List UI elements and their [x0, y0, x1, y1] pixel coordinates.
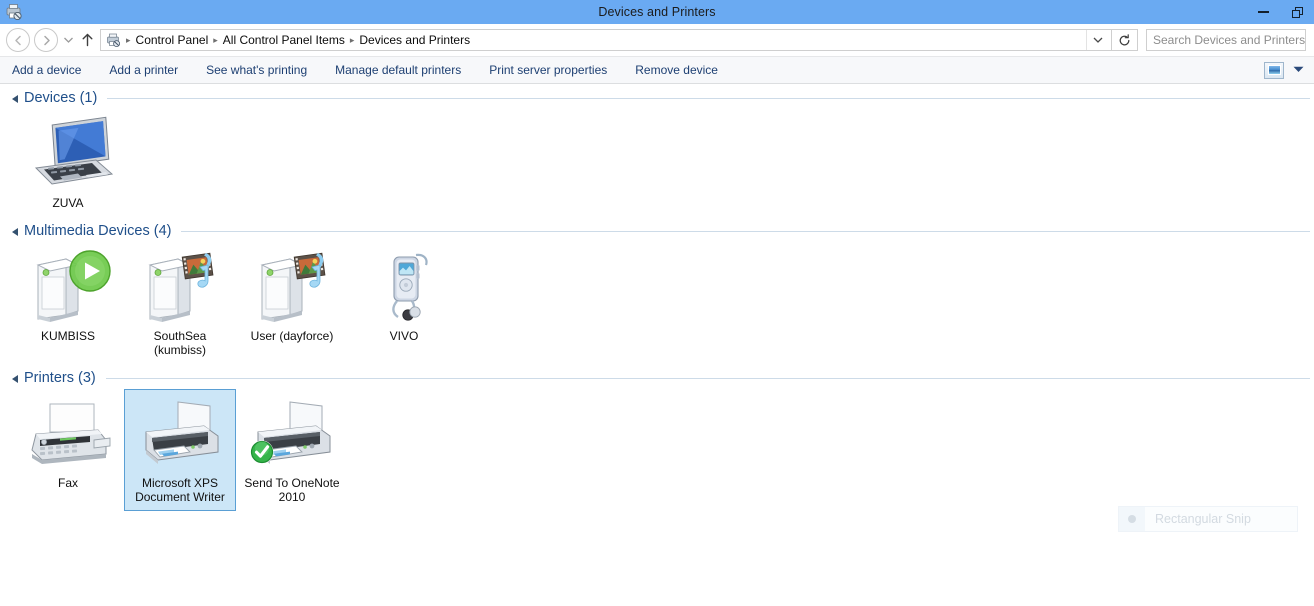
breadcrumb-separator-2: ▸: [349, 34, 355, 45]
refresh-button[interactable]: [1112, 29, 1138, 51]
refresh-icon: [1119, 33, 1130, 45]
add-a-device-button[interactable]: Add a device: [12, 63, 95, 77]
printer-label: Microsoft XPS Document Writer: [135, 476, 225, 504]
print-server-properties-button[interactable]: Print server properties: [489, 63, 621, 77]
back-button[interactable]: [6, 28, 30, 52]
snip-dot: [1128, 515, 1136, 523]
printer-icon: [132, 396, 228, 472]
maximize-icon: [1291, 6, 1303, 18]
back-arrow-icon: [14, 35, 21, 45]
group-header-devices[interactable]: Devices (1): [0, 87, 1314, 109]
device-item-southsea[interactable]: SouthSea (kumbiss): [124, 242, 236, 364]
title-bar[interactable]: Devices and Printers: [0, 0, 1314, 24]
collapse-arrow-icon[interactable]: [12, 228, 18, 236]
chevron-down-icon: [1293, 66, 1304, 72]
see-whats-printing-button[interactable]: See what's printing: [206, 63, 321, 77]
fax-icon: [20, 396, 116, 472]
minimize-icon: [1257, 11, 1269, 13]
breadcrumb-separator-1: ▸: [213, 34, 218, 45]
device-item-zuva[interactable]: ZUVA: [12, 109, 124, 217]
add-a-printer-button[interactable]: Add a printer: [109, 63, 192, 77]
printer-label: Send To OneNote 2010: [244, 476, 340, 504]
collapse-arrow-icon[interactable]: [12, 375, 18, 383]
window-controls: [1246, 0, 1314, 24]
collapse-arrow-icon[interactable]: [12, 95, 18, 103]
group-header-multimedia-devices[interactable]: Multimedia Devices (4): [0, 220, 1314, 242]
breadcrumb-item-all-control-panel-items[interactable]: All Control Panel Items: [220, 33, 348, 47]
group-items-printers: Fax Microsoft XPS Document Writer Send T…: [0, 389, 1314, 511]
preview-thumb: [1267, 65, 1281, 75]
chevron-down-icon: [63, 37, 73, 43]
device-label: User (dayforce): [250, 329, 334, 343]
device-label: VIVO: [389, 329, 419, 343]
printer-item-fax[interactable]: Fax: [12, 389, 124, 497]
address-bar[interactable]: ▸ Control Panel ▸ All Control Panel Item…: [100, 29, 1112, 51]
up-arrow-icon: [82, 33, 92, 47]
group-items-multimedia-devices: KUMBISS SouthSea (kumbiss) User (dayforc…: [0, 242, 1314, 364]
search-placeholder: Search Devices and Printers: [1153, 33, 1306, 47]
minimize-button[interactable]: [1246, 0, 1280, 24]
group-title-printers: Printers (3): [24, 370, 96, 386]
media-server-icon: [132, 249, 228, 325]
device-item-user-dayforce[interactable]: User (dayforce): [236, 242, 348, 350]
device-label: SouthSea (kumbiss): [153, 329, 207, 357]
printer-item-send-to-onenote-2010[interactable]: Send To OneNote 2010: [236, 389, 348, 511]
help-dropdown-icon[interactable]: [1293, 65, 1304, 75]
printer-item-microsoft-xps-document-writer[interactable]: Microsoft XPS Document Writer: [124, 389, 236, 511]
breadcrumb-item-control-panel[interactable]: Control Panel: [133, 33, 212, 47]
window-title: Devices and Printers: [598, 5, 716, 19]
maximize-button[interactable]: [1280, 0, 1314, 24]
device-item-kumbiss[interactable]: KUMBISS: [12, 242, 124, 350]
group-divider: [181, 230, 1310, 232]
printer-label: Fax: [57, 476, 78, 490]
group-divider: [105, 377, 1310, 379]
chevron-down-icon: [1093, 37, 1103, 43]
media-server-icon: [20, 249, 116, 325]
snip-mode-icon: [1119, 507, 1145, 531]
command-bar: Add a device Add a printer See what's pr…: [0, 56, 1314, 84]
devices-and-printers-icon: [4, 2, 24, 22]
snip-overlay-label: Rectangular Snip: [1155, 512, 1251, 526]
device-item-vivo[interactable]: VIVO: [348, 242, 460, 350]
remove-device-button[interactable]: Remove device: [635, 63, 732, 77]
group-title-devices: Devices (1): [24, 90, 98, 106]
group-divider: [107, 97, 1310, 99]
portable-media-player-icon: [356, 249, 452, 325]
address-bar-row: ▸ Control Panel ▸ All Control Panel Item…: [0, 24, 1314, 56]
breadcrumb-separator-0: ▸: [126, 34, 131, 45]
recent-locations-button[interactable]: [60, 28, 76, 52]
device-label: ZUVA: [52, 196, 84, 210]
forward-arrow-icon: [43, 35, 50, 45]
group-header-printers[interactable]: Printers (3): [0, 367, 1314, 389]
laptop-icon: [20, 116, 116, 192]
media-server-icon: [244, 249, 340, 325]
rectangular-snip-overlay[interactable]: Rectangular Snip: [1118, 506, 1298, 532]
group-title-multimedia-devices: Multimedia Devices (4): [24, 223, 172, 239]
group-items-devices: ZUVA: [0, 109, 1314, 217]
printer-icon: [244, 396, 340, 472]
preview-pane-icon[interactable]: [1264, 61, 1284, 79]
manage-default-printers-button[interactable]: Manage default printers: [335, 63, 475, 77]
search-input[interactable]: Search Devices and Printers: [1146, 29, 1306, 51]
breadcrumb-item-devices-and-printers[interactable]: Devices and Printers: [356, 33, 473, 47]
up-button[interactable]: [76, 28, 98, 52]
device-label: KUMBISS: [40, 329, 95, 343]
forward-button[interactable]: [34, 28, 58, 52]
content-area: Devices (1) ZUVA Multimedia Devices (4) …: [0, 84, 1314, 602]
printer-icon: [105, 32, 122, 48]
address-dropdown-button[interactable]: [1086, 30, 1109, 50]
